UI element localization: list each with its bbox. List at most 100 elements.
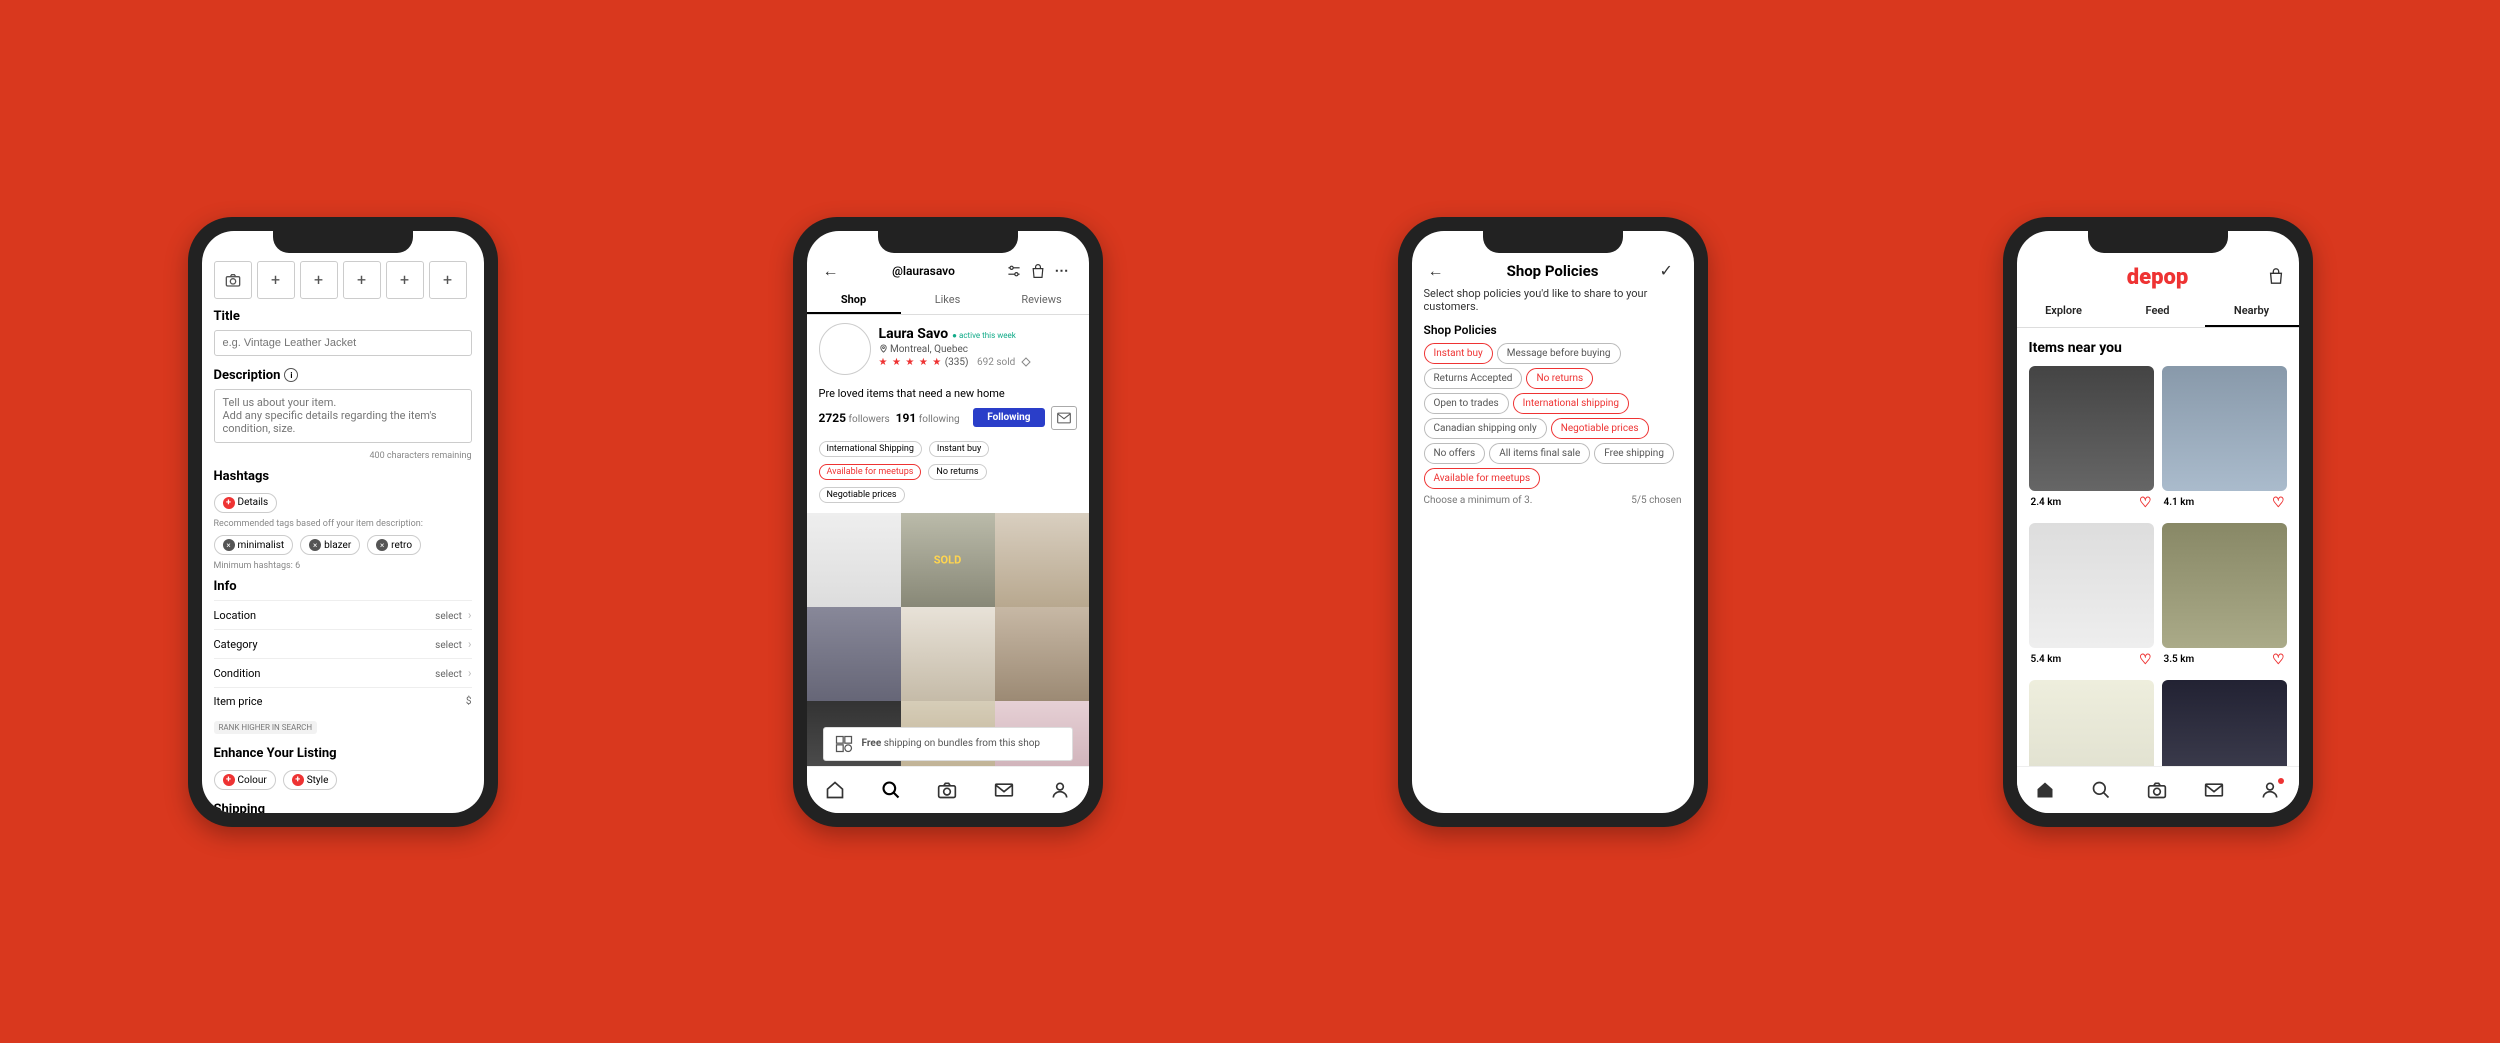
policy-chip[interactable]: International shipping bbox=[1513, 393, 1629, 414]
notch bbox=[878, 227, 1018, 253]
nav-sell[interactable] bbox=[2147, 781, 2167, 799]
tag-chip[interactable]: ×blazer bbox=[300, 535, 360, 555]
rating[interactable]: ★ ★ ★ ★ ★ (335) 692 sold bbox=[879, 357, 1077, 368]
row-category[interactable]: Categoryselect› bbox=[214, 629, 472, 658]
heart-icon[interactable]: ♡ bbox=[2272, 495, 2285, 511]
bag-icon bbox=[2267, 267, 2285, 285]
product-card[interactable]: 5.4 km♡ bbox=[2029, 523, 2154, 672]
product-image bbox=[2162, 366, 2287, 491]
product-cell-sold[interactable]: SOLD bbox=[901, 513, 995, 607]
tab-shop[interactable]: Shop bbox=[807, 287, 901, 314]
bundle-banner[interactable]: Free shipping on bundles from this shop bbox=[823, 727, 1073, 761]
product-cell[interactable] bbox=[901, 607, 995, 701]
nav-profile[interactable] bbox=[1050, 780, 1070, 800]
policy-chip[interactable]: Open to trades bbox=[1424, 393, 1509, 414]
policy-chip[interactable]: Canadian shipping only bbox=[1424, 418, 1547, 439]
tab-reviews[interactable]: Reviews bbox=[995, 287, 1089, 314]
confirm-button[interactable]: ✓ bbox=[1660, 261, 1678, 280]
product-cell[interactable] bbox=[807, 513, 901, 607]
product-cell[interactable] bbox=[807, 607, 901, 701]
nearby-heading: Items near you bbox=[2029, 340, 2287, 356]
bundle-icon bbox=[834, 734, 854, 754]
enhance-colour[interactable]: +Colour bbox=[214, 770, 276, 790]
more-icon[interactable]: ⋯ bbox=[1054, 263, 1072, 279]
nav-inbox[interactable] bbox=[994, 782, 1014, 798]
heart-icon[interactable]: ♡ bbox=[2139, 652, 2152, 668]
product-card[interactable]: 4.1 km ♡ bbox=[2162, 366, 2287, 515]
info-icon[interactable]: i bbox=[284, 368, 298, 382]
chip: International Shipping bbox=[819, 441, 922, 457]
listing-form: + + + + + Title Description i 400 charac… bbox=[202, 231, 484, 813]
follow-button[interactable]: Following bbox=[973, 408, 1044, 427]
screen: ← @laurasavo ⋯ Shop Likes Reviews Laura … bbox=[807, 231, 1089, 813]
tag-chip[interactable]: ×retro bbox=[367, 535, 421, 555]
message-button[interactable] bbox=[1051, 406, 1077, 430]
tab-feed[interactable]: Feed bbox=[2111, 296, 2205, 327]
avatar[interactable] bbox=[819, 323, 871, 375]
bag-icon[interactable] bbox=[1030, 263, 1046, 279]
policy-chip[interactable]: Negotiable prices bbox=[1551, 418, 1649, 439]
bio: Pre loved items that need a new home bbox=[819, 387, 1077, 400]
pin-icon bbox=[879, 344, 888, 353]
nav-sell[interactable] bbox=[937, 781, 957, 799]
enhance-style[interactable]: +Style bbox=[283, 770, 338, 790]
back-button[interactable]: ← bbox=[823, 261, 841, 281]
hashtags-hint: Recommended tags based off your item des… bbox=[214, 519, 472, 529]
nav-search[interactable] bbox=[2091, 780, 2111, 800]
display-name: Laura Savo bbox=[879, 326, 949, 342]
tag-row: ×minimalist ×blazer ×retro bbox=[214, 533, 472, 558]
nav-inbox[interactable] bbox=[2204, 782, 2224, 798]
tab-explore[interactable]: Explore bbox=[2017, 296, 2111, 327]
username: @laurasavo bbox=[892, 264, 955, 278]
nav-home[interactable] bbox=[2035, 780, 2055, 800]
followers[interactable]: 2725 followers bbox=[819, 411, 890, 425]
filter-icon[interactable] bbox=[1006, 263, 1022, 279]
tab-nearby[interactable]: Nearby bbox=[2205, 296, 2299, 327]
following[interactable]: 191 following bbox=[896, 411, 960, 425]
nav-profile[interactable] bbox=[2260, 780, 2280, 800]
desc-input[interactable] bbox=[214, 389, 472, 443]
policy-chip[interactable]: Free shipping bbox=[1594, 443, 1674, 464]
camera-slot[interactable] bbox=[214, 261, 252, 299]
row-location[interactable]: Locationselect› bbox=[214, 600, 472, 629]
product-cell[interactable] bbox=[995, 513, 1089, 607]
nav-search[interactable] bbox=[881, 780, 901, 800]
product-cell[interactable] bbox=[995, 607, 1089, 701]
nav-home[interactable] bbox=[825, 780, 845, 800]
policy-chip[interactable]: Instant buy bbox=[1424, 343, 1493, 364]
policy-chip[interactable]: All items final sale bbox=[1489, 443, 1590, 464]
distance: 4.1 km bbox=[2164, 497, 2195, 508]
phone-profile: ← @laurasavo ⋯ Shop Likes Reviews Laura … bbox=[793, 217, 1103, 827]
bag-button[interactable] bbox=[2267, 267, 2285, 285]
screen: + + + + + Title Description i 400 charac… bbox=[202, 231, 484, 813]
row-condition[interactable]: Conditionselect› bbox=[214, 658, 472, 687]
product-card[interactable]: 3.5 km♡ bbox=[2162, 523, 2287, 672]
add-photo-slot[interactable]: + bbox=[343, 261, 381, 299]
page-title: Shop Policies bbox=[1507, 262, 1599, 280]
policy-chip[interactable]: Available for meetups bbox=[1424, 468, 1541, 489]
back-button[interactable]: ← bbox=[1428, 261, 1446, 281]
mail-icon bbox=[2204, 782, 2224, 798]
hashtags-details-button[interactable]: +Details bbox=[214, 493, 278, 513]
x-icon: × bbox=[223, 539, 235, 551]
title-input[interactable] bbox=[214, 330, 472, 356]
mail-icon bbox=[994, 782, 1014, 798]
heart-icon[interactable]: ♡ bbox=[2272, 652, 2285, 668]
tab-likes[interactable]: Likes bbox=[901, 287, 995, 314]
policy-chip[interactable]: No returns bbox=[1526, 368, 1593, 389]
mail-icon bbox=[1057, 412, 1071, 424]
heart-icon[interactable]: ♡ bbox=[2139, 495, 2152, 511]
hashtags-label: Hashtags bbox=[214, 469, 472, 484]
policy-chip[interactable]: No offers bbox=[1424, 443, 1486, 464]
row-price[interactable]: Item price$ bbox=[214, 687, 472, 715]
policy-chip[interactable]: Returns Accepted bbox=[1424, 368, 1523, 389]
add-photo-slot[interactable]: + bbox=[386, 261, 424, 299]
add-photo-slot[interactable]: + bbox=[257, 261, 295, 299]
tag-chip[interactable]: ×minimalist bbox=[214, 535, 294, 555]
person-icon bbox=[2260, 780, 2280, 800]
add-photo-slot[interactable]: + bbox=[429, 261, 467, 299]
chevron-right-icon: › bbox=[468, 666, 472, 680]
product-card[interactable]: 2.4 km♡ bbox=[2029, 366, 2154, 515]
add-photo-slot[interactable]: + bbox=[300, 261, 338, 299]
policy-chip[interactable]: Message before buying bbox=[1497, 343, 1621, 364]
